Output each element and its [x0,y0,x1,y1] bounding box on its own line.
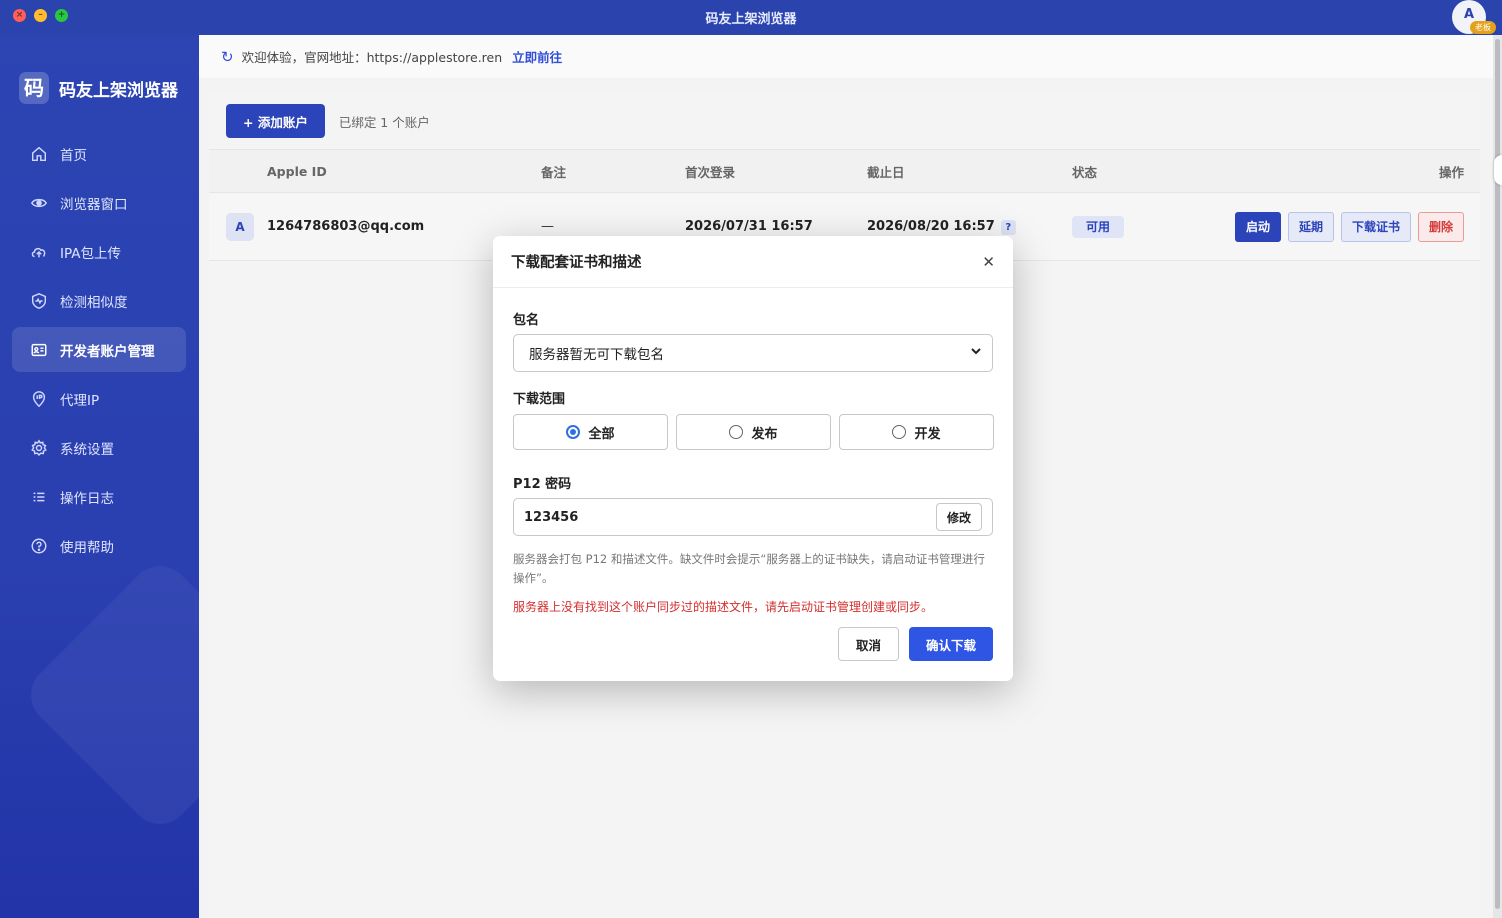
close-window-button[interactable]: × [13,9,26,22]
brand-name: 码友上架浏览器 [59,80,178,101]
p12-password-value: 123456 [524,509,579,525]
start-button[interactable]: 启动 [1234,211,1281,242]
package-select-value: 服务器暂无可下载包名 [529,347,664,363]
sidebar-item-help[interactable]: 使用帮助 [12,523,186,568]
dialog-error: 服务器上没有找到这个账户同步过的描述文件，请先启动证书管理创建或同步。 [513,600,934,614]
scope-option-label: 全部 [588,426,615,442]
id-card-icon [30,341,48,359]
sidebar-item-label: IPA包上传 [60,245,121,262]
radio-unchecked[interactable] [892,425,907,439]
sidebar-decoration [18,553,199,837]
sidebar-item-developer-accounts[interactable]: 开发者账户管理 [12,327,186,372]
package-select[interactable]: 服务器暂无可下载包名 [513,334,993,372]
sidebar-item-label: 开发者账户管理 [60,343,155,360]
account-avatar: A [226,212,254,241]
sidebar-item-home[interactable]: 首页 [12,131,186,176]
question-icon [30,537,48,555]
eye-icon [30,194,48,212]
title-bar: × – + 码友上架浏览器 A 老板 [0,0,1502,35]
sidebar-item-label: 代理IP [60,392,100,409]
end-date-cell: 2026/08/20 16:57? [867,219,1016,235]
header-status: 状态 [1072,164,1098,180]
role-badge: 老板 [1470,21,1496,34]
scope-option-all[interactable]: 全部 [513,414,668,450]
confirm-download-button[interactable]: 确认下载 [908,627,993,661]
sidebar-item-label: 首页 [60,147,87,164]
dialog-title: 下载配套证书和描述 [511,255,642,271]
sidebar-item-label: 操作日志 [60,490,114,507]
header-end-date: 截止日 [867,164,905,180]
chevron-down-icon [970,345,982,361]
sidebar-item-label: 检测相似度 [60,294,128,311]
location-ip-icon [30,390,48,408]
close-icon[interactable]: ✕ [982,253,995,271]
header-first-login: 首次登录 [685,164,736,180]
bound-count: 已绑定 1 个账户 [338,114,430,130]
sidebar-item-browser-window[interactable]: 浏览器窗口 [12,180,186,225]
minimize-window-button[interactable]: – [34,9,47,22]
package-label: 包名 [513,313,540,328]
gear-icon [30,438,48,457]
note-cell: — [541,219,554,234]
row-actions: 启动 延期 下载证书 删除 [1234,211,1464,242]
sidebar-item-operation-log[interactable]: 操作日志 [12,474,186,519]
window-title: 码友上架浏览器 [705,12,797,27]
header-apple-id: Apple ID [267,163,327,179]
scope-option-release[interactable]: 发布 [676,414,831,450]
radio-unchecked[interactable] [729,425,744,439]
dialog-footer: 取消 确认下载 [837,627,993,661]
edit-password-button[interactable]: 修改 [935,503,982,531]
sidebar-item-label: 使用帮助 [60,539,114,556]
notice-text: 欢迎体验，官网地址：https://applestore.ren [241,50,503,65]
cloud-upload-icon [30,243,48,261]
status-badge: 可用 [1072,216,1125,238]
brand: 码 码友上架浏览器 [19,72,178,104]
p12-password-field[interactable]: 123456 修改 [513,498,993,536]
dialog-hint: 服务器会打包 P12 和描述文件。缺文件时会提示“服务器上的证书缺失，请启动证书… [513,552,985,585]
sidebar-item-label: 系统设置 [60,441,114,458]
home-icon [30,145,48,163]
status-cell: 可用 [1072,216,1125,238]
p12-label: P12 密码 [513,477,572,492]
cancel-button[interactable]: 取消 [837,627,899,661]
add-account-button[interactable]: + 添加账户 [226,104,325,138]
header-ops: 操作 [1438,164,1464,180]
sidebar-nav: 首页 浏览器窗口 IPA包上传 检测相似度 开发者账户管理 代理IP 系统设置 [12,131,186,572]
side-handle[interactable] [1494,155,1502,185]
radio-checked[interactable] [566,425,581,439]
scope-option-development[interactable]: 开发 [839,414,994,450]
scope-label: 下载范围 [513,392,566,407]
delete-button[interactable]: 删除 [1417,211,1464,242]
header-note: 备注 [541,164,567,180]
sidebar-item-label: 浏览器窗口 [60,196,128,213]
download-cert-button[interactable]: 下载证书 [1340,211,1411,242]
notice-bar: ↻ 欢迎体验，官网地址：https://applestore.ren 立即前往 [199,35,1493,78]
scope-option-label: 开发 [914,426,941,442]
apple-id-cell: 1264786803@qq.com [267,219,425,234]
first-login-cell: 2026/07/31 16:57 [685,219,813,234]
end-date-value: 2026/08/20 16:57 [867,218,995,234]
sidebar-item-similarity[interactable]: 检测相似度 [12,278,186,323]
notice-link[interactable]: 立即前往 [512,47,562,66]
extend-button[interactable]: 延期 [1287,211,1334,242]
table-header: Apple ID 备注 首次登录 截止日 状态 操作 [209,149,1480,193]
accounts-toolbar: + 添加账户 已绑定 1 个账户 [226,104,430,138]
refresh-icon[interactable]: ↻ [221,48,234,66]
scope-option-label: 发布 [751,426,778,442]
sidebar-item-ipa-upload[interactable]: IPA包上传 [12,229,186,274]
avatar-letter: A [1463,7,1475,22]
download-cert-dialog: 下载配套证书和描述 ✕ 包名 服务器暂无可下载包名 下载范围 全部 发布 开发 … [493,236,1013,681]
sidebar-item-proxy-ip[interactable]: 代理IP [12,376,186,421]
help-icon[interactable]: ? [1000,219,1016,235]
sidebar-item-settings[interactable]: 系统设置 [12,425,186,470]
dialog-header: 下载配套证书和描述 ✕ [493,236,1013,288]
maximize-window-button[interactable]: + [55,9,68,22]
shield-pulse-icon [30,292,48,310]
list-icon [30,488,48,506]
sidebar: 码 码友上架浏览器 首页 浏览器窗口 IPA包上传 检测相似度 开发者账户管理 … [0,35,199,918]
scope-radio-group: 全部 发布 开发 [513,414,994,450]
window-controls: × – + [13,9,68,22]
brand-logo: 码 [19,72,49,104]
